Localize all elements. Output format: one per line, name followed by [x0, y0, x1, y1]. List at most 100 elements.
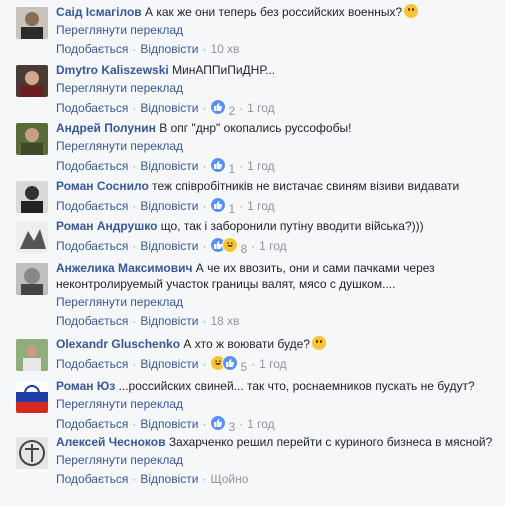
- reactions-summary[interactable]: 2: [210, 99, 235, 118]
- comment-time[interactable]: 1 год: [247, 199, 275, 213]
- like-link[interactable]: Подобається: [56, 472, 128, 486]
- comment-author[interactable]: Саід Ісмагілов: [56, 5, 142, 19]
- comment-text: теж співробітників не вистачає свиням ві…: [152, 179, 460, 193]
- comment-actions: Подобається · Відповісти · 5 · 1 год: [56, 355, 496, 374]
- reply-link[interactable]: Відповісти: [140, 417, 198, 431]
- comment-actions: Подобається · Відповісти · 3 · 1 год: [56, 415, 496, 434]
- comment-author[interactable]: Андрей Полунин: [56, 121, 156, 135]
- comment-author[interactable]: Dmytro Kaliszewski: [56, 63, 169, 77]
- like-icon: [210, 197, 227, 213]
- see-translation-link[interactable]: Переглянути переклад: [56, 80, 496, 96]
- like-link[interactable]: Подобається: [56, 42, 128, 56]
- emoji-icon: [404, 4, 419, 18]
- separator-dot: ·: [239, 199, 244, 213]
- comment-time[interactable]: 1 год: [247, 101, 275, 115]
- comment-time[interactable]: 1 год: [259, 239, 287, 253]
- separator-dot: ·: [132, 314, 137, 328]
- see-translation-link[interactable]: Переглянути переклад: [56, 22, 496, 38]
- avatar[interactable]: [16, 123, 48, 155]
- separator-dot: ·: [132, 42, 137, 56]
- reply-link[interactable]: Відповісти: [140, 239, 198, 253]
- reactions-summary[interactable]: 5: [210, 355, 247, 374]
- comment-text: ...российских свиней... так что, роснаем…: [118, 379, 475, 393]
- reply-link[interactable]: Відповісти: [140, 472, 198, 486]
- see-translation-link[interactable]: Переглянути переклад: [56, 294, 496, 310]
- separator-dot: ·: [239, 101, 244, 115]
- comment-actions: Подобається · Відповісти · Щойно: [56, 471, 496, 487]
- like-link[interactable]: Подобається: [56, 199, 128, 213]
- comment-text-line: Алексей Чесноков Захарченко решил перейт…: [56, 434, 496, 450]
- comment-text: що, так і заборонили путіну вводити війс…: [160, 219, 424, 233]
- comment-list: Саід Ісмагілов А как же они теперь без р…: [0, 0, 505, 506]
- separator-dot: ·: [202, 239, 207, 253]
- separator-dot: ·: [132, 199, 137, 213]
- reactions-summary[interactable]: 1: [210, 157, 235, 176]
- like-link[interactable]: Подобається: [56, 314, 128, 328]
- comment-time[interactable]: 1 год: [247, 417, 275, 431]
- comment-time[interactable]: 10 хв: [210, 42, 239, 56]
- reactions-summary[interactable]: 8: [210, 237, 248, 256]
- like-icon: [210, 99, 227, 115]
- comment-text-line: Андрей Полунин В опг "днр" окопались рус…: [56, 120, 496, 136]
- avatar[interactable]: [16, 339, 48, 371]
- comment-author[interactable]: Роман Соснило: [56, 179, 149, 193]
- comment-text-line: Olexandr Gluschenko А хто ж воювати буде…: [56, 336, 496, 352]
- reply-link[interactable]: Відповісти: [140, 101, 198, 115]
- see-translation-link[interactable]: Переглянути переклад: [56, 396, 496, 412]
- comment-author[interactable]: Алексей Чесноков: [56, 435, 165, 449]
- like-link[interactable]: Подобається: [56, 101, 128, 115]
- reply-link[interactable]: Відповісти: [140, 357, 198, 371]
- comment-text: А как же они теперь без российских военн…: [145, 5, 403, 19]
- comment-author[interactable]: Olexandr Gluschenko: [56, 337, 180, 351]
- avatar[interactable]: [16, 7, 48, 39]
- comment-actions: Подобається · Відповісти · 18 хв: [56, 313, 496, 329]
- see-translation-link[interactable]: Переглянути переклад: [56, 452, 496, 468]
- comment-time[interactable]: 1 год: [259, 357, 287, 371]
- avatar[interactable]: [16, 263, 48, 295]
- like-link[interactable]: Подобається: [56, 357, 128, 371]
- separator-dot: ·: [202, 357, 207, 371]
- avatar[interactable]: [16, 181, 48, 213]
- avatar[interactable]: [16, 65, 48, 97]
- see-translation-link[interactable]: Переглянути переклад: [56, 138, 496, 154]
- reply-link[interactable]: Відповісти: [140, 159, 198, 173]
- reply-link[interactable]: Відповісти: [140, 42, 198, 56]
- like-icon: [210, 415, 227, 431]
- avatar[interactable]: [16, 381, 48, 413]
- separator-dot: ·: [132, 239, 137, 253]
- like-icon: [222, 355, 239, 371]
- comment-time[interactable]: 1 год: [247, 159, 275, 173]
- avatar[interactable]: [16, 437, 48, 469]
- separator-dot: ·: [251, 239, 256, 253]
- separator-dot: ·: [251, 357, 256, 371]
- separator-dot: ·: [202, 417, 207, 431]
- comment-text-line: Dmytro Kaliszewski МинАППиПиДНР...: [56, 62, 496, 78]
- comment-actions: Подобається · Відповісти · 1 · 1 год: [56, 157, 496, 176]
- reactions-summary[interactable]: 3: [210, 415, 235, 434]
- separator-dot: ·: [132, 159, 137, 173]
- like-link[interactable]: Подобається: [56, 159, 128, 173]
- reactions-summary[interactable]: 1: [210, 197, 236, 216]
- comment-time[interactable]: Щойно: [210, 472, 248, 486]
- reply-link[interactable]: Відповісти: [140, 199, 198, 213]
- reaction-count: 8: [240, 242, 248, 256]
- reaction-count: 1: [228, 202, 236, 216]
- comment-text-line: Саід Ісмагілов А как же они теперь без р…: [56, 4, 496, 20]
- comment-text: Захарченко решил перейти с куриного бизн…: [168, 435, 493, 449]
- emoji-icon: [311, 336, 326, 350]
- comment-text: А хто ж воювати буде?: [183, 337, 310, 351]
- comment-author[interactable]: Роман Андрушко: [56, 219, 157, 233]
- comment-time[interactable]: 18 хв: [210, 314, 239, 328]
- comment-actions: Подобається · Відповісти · 10 хв: [56, 41, 496, 57]
- separator-dot: ·: [132, 357, 137, 371]
- separator-dot: ·: [239, 159, 244, 173]
- comment-text-line: Анжелика Максимович А че их ввозить, они…: [56, 260, 496, 292]
- comment-author[interactable]: Анжелика Максимович: [56, 261, 192, 275]
- like-link[interactable]: Подобається: [56, 417, 128, 431]
- reply-link[interactable]: Відповісти: [140, 314, 198, 328]
- avatar[interactable]: [16, 221, 48, 253]
- separator-dot: ·: [202, 472, 207, 486]
- separator-dot: ·: [202, 159, 207, 173]
- comment-author[interactable]: Роман Юз: [56, 379, 115, 393]
- like-link[interactable]: Подобається: [56, 239, 128, 253]
